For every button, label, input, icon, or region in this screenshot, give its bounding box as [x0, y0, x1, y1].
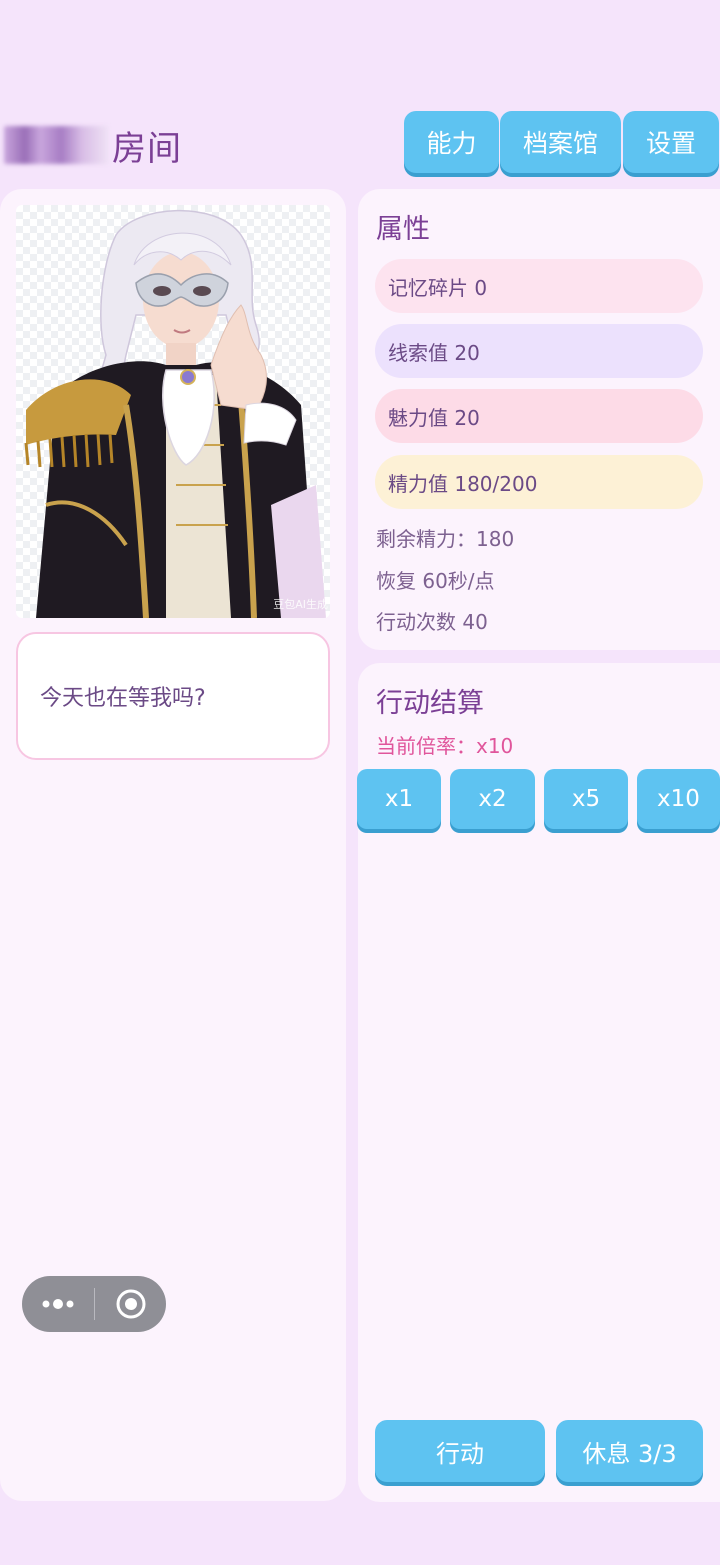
page-title: 房间 [112, 128, 182, 169]
character-portrait: 豆包AI生成 [16, 205, 330, 618]
action-settlement-title: 行动结算 [376, 688, 484, 719]
ability-button[interactable]: 能力 [404, 111, 499, 173]
blurred-username [4, 126, 108, 164]
more-dots-icon[interactable] [22, 1276, 94, 1332]
clue-value-pill: 线索值 20 [375, 324, 703, 378]
miniprogram-capsule [22, 1276, 166, 1332]
multiplier-x1-button[interactable]: x1 [357, 769, 441, 829]
multiplier-x10-button[interactable]: x10 [637, 769, 720, 829]
energy-value-pill: 精力值 180/200 [375, 455, 703, 509]
recovery-rate-text: 恢复 60秒/点 [376, 569, 495, 593]
current-multiplier-text: 当前倍率：x10 [376, 734, 514, 758]
settings-button[interactable]: 设置 [623, 111, 719, 173]
action-count-text: 行动次数 40 [376, 610, 488, 634]
multiplier-x2-button[interactable]: x2 [450, 769, 535, 829]
title-bar: 房间 [4, 118, 182, 172]
watermark-text: 豆包AI生成 [273, 598, 328, 611]
archive-button[interactable]: 档案馆 [500, 111, 621, 173]
attributes-title: 属性 [376, 214, 430, 245]
memory-fragment-pill: 记忆碎片 0 [375, 259, 703, 313]
charm-value-pill: 魅力值 20 [375, 389, 703, 443]
target-circle-icon[interactable] [95, 1276, 166, 1332]
speech-bubble: 今天也在等我吗? [16, 632, 330, 760]
remaining-energy-text: 剩余精力：180 [376, 527, 515, 551]
rest-button[interactable]: 休息 3/3 [556, 1420, 703, 1482]
multiplier-x5-button[interactable]: x5 [544, 769, 628, 829]
act-button[interactable]: 行动 [375, 1420, 545, 1482]
